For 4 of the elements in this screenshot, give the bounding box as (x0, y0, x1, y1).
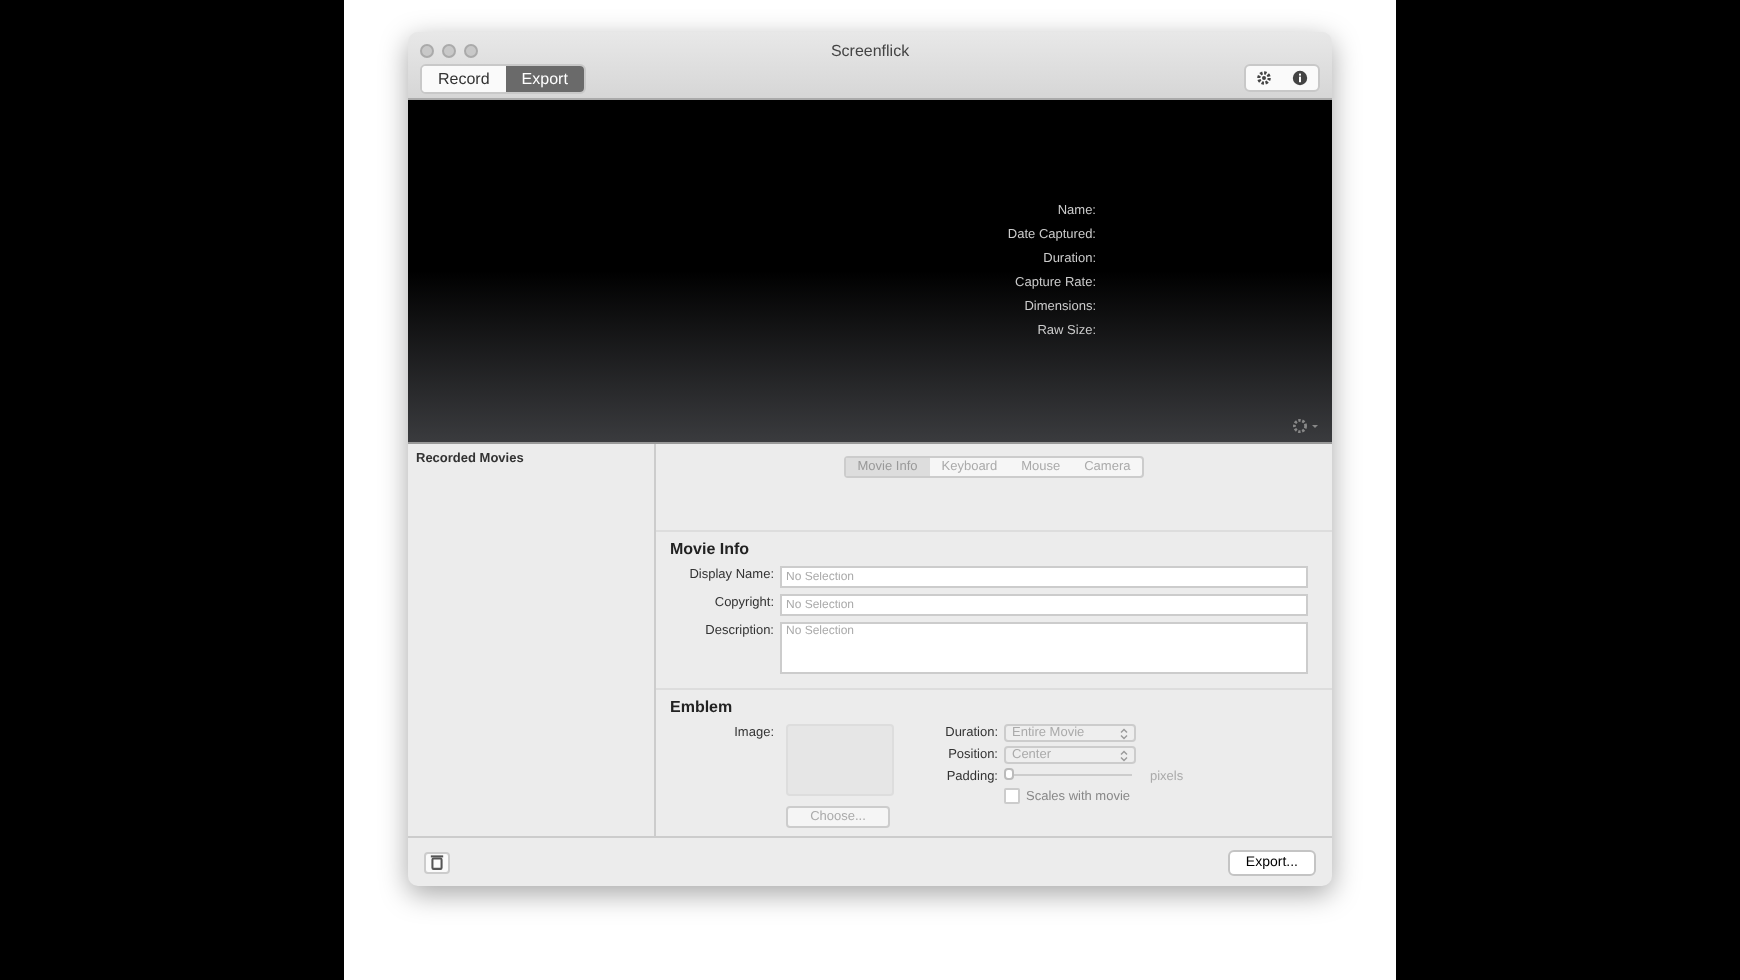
mode-tab[interactable]: Export (505, 65, 584, 91)
section-heading: Movie Info (670, 540, 752, 559)
window-title: Screenflick (828, 41, 912, 59)
section-heading: Emblem (670, 698, 735, 717)
